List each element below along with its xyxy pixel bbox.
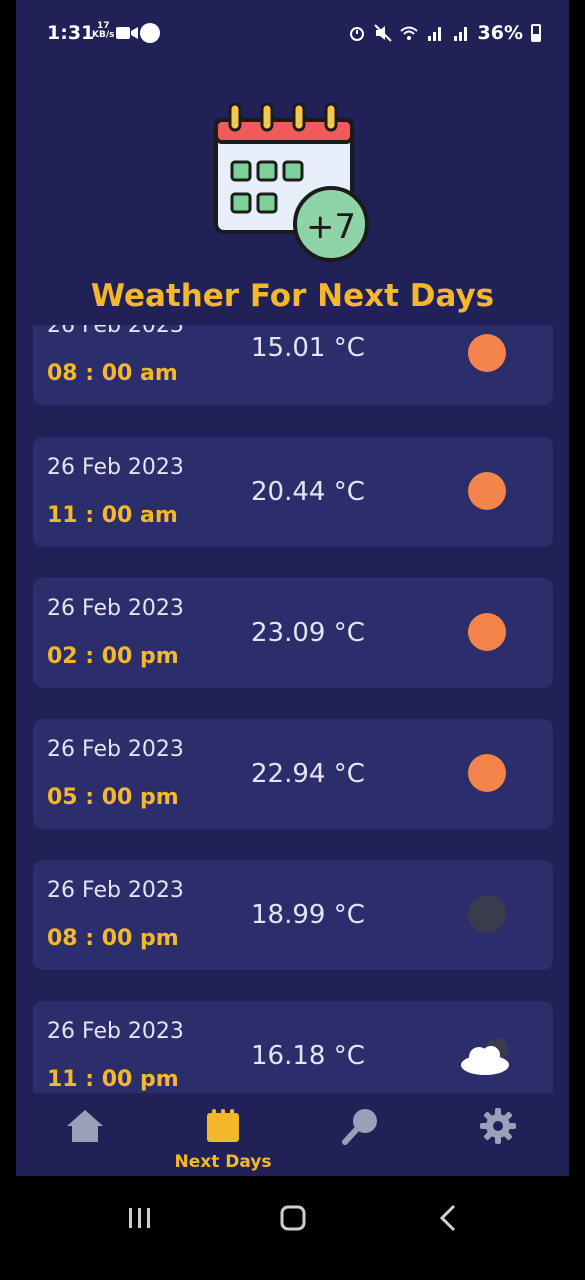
- forecast-card[interactable]: 26 Feb 2023 08 : 00 pm 18.99 °C: [33, 860, 553, 970]
- signal-icon: [427, 27, 441, 41]
- forecast-time: 05 : 00 pm: [47, 785, 179, 810]
- phone-call-icon: [140, 23, 160, 43]
- battery-icon: [531, 24, 541, 42]
- nav-settings[interactable]: [438, 1106, 558, 1170]
- system-nav-bar: [0, 1176, 585, 1280]
- video-call-icon: [116, 27, 138, 39]
- app-screen: 1:31 17 KB/s 36% +7 Weather For Next Day…: [16, 0, 569, 1176]
- forecast-temp: 16.18 °C: [251, 1041, 365, 1071]
- forecast-date: 26 Feb 2023: [47, 1019, 184, 1044]
- nav-next-days[interactable]: Next Days: [163, 1106, 283, 1172]
- nav-home[interactable]: [25, 1106, 145, 1170]
- home-button-icon[interactable]: [273, 1198, 313, 1238]
- forecast-card[interactable]: 26 Feb 2023 02 : 00 pm 23.09 °C: [33, 578, 553, 688]
- alarm-icon: [349, 27, 364, 41]
- forecast-time: 11 : 00 am: [47, 503, 178, 528]
- forecast-date: 26 Feb 2023: [47, 455, 184, 480]
- net-speed-unit: KB/s: [92, 30, 115, 40]
- forecast-time: 08 : 00 pm: [47, 926, 179, 951]
- home-icon: [67, 1110, 103, 1142]
- forecast-temp: 23.09 °C: [251, 618, 365, 648]
- sun-icon: [468, 613, 506, 651]
- calendar-plus-seven-icon: +7: [214, 102, 369, 262]
- sun-icon: [468, 472, 506, 510]
- gear-icon: [480, 1108, 516, 1144]
- nav-search[interactable]: [301, 1106, 421, 1170]
- signal-icon-2: [453, 27, 467, 41]
- back-icon[interactable]: [428, 1198, 468, 1238]
- page-title: Weather For Next Days: [90, 278, 495, 314]
- battery-percent: 36%: [477, 22, 523, 44]
- calendar-icon: [207, 1109, 239, 1142]
- status-time: 1:31: [47, 22, 95, 44]
- status-bar: 1:31 17 KB/s 36%: [16, 0, 569, 66]
- search-icon: [342, 1109, 377, 1145]
- forecast-temp: 15.01 °C: [251, 333, 365, 363]
- badge-text: +7: [306, 207, 356, 247]
- forecast-temp: 18.99 °C: [251, 900, 365, 930]
- wifi-icon: [399, 26, 418, 40]
- mute-icon: [373, 24, 392, 42]
- forecast-card[interactable]: 26 Feb 2023 11 : 00 pm 16.18 °C: [33, 1001, 553, 1093]
- forecast-date: 26 Feb 2023: [47, 596, 184, 621]
- nav-next-days-label: Next Days: [174, 1152, 272, 1172]
- forecast-date: 26 Feb 2023: [47, 737, 184, 762]
- cloud-moon-icon: [461, 1038, 509, 1075]
- forecast-date: 26 Feb 2023: [47, 325, 184, 338]
- moon-icon: [468, 895, 506, 933]
- sun-icon: [468, 754, 506, 792]
- forecast-temp: 20.44 °C: [251, 477, 365, 507]
- sun-icon: [468, 334, 506, 372]
- forecast-temp: 22.94 °C: [251, 759, 365, 789]
- forecast-time: 02 : 00 pm: [47, 644, 179, 669]
- forecast-date: 26 Feb 2023: [47, 878, 184, 903]
- net-speed: 17 KB/s: [92, 22, 114, 40]
- forecast-card[interactable]: 26 Feb 2023 08 : 00 am 15.01 °C: [33, 325, 553, 405]
- recents-icon[interactable]: [120, 1198, 160, 1238]
- forecast-time: 08 : 00 am: [47, 361, 178, 386]
- forecast-list[interactable]: 26 Feb 2023 08 : 00 am 15.01 °C 26 Feb 2…: [33, 325, 553, 1093]
- forecast-card[interactable]: 26 Feb 2023 11 : 00 am 20.44 °C: [33, 437, 553, 547]
- status-right: 36%: [348, 22, 541, 44]
- forecast-card[interactable]: 26 Feb 2023 05 : 00 pm 22.94 °C: [33, 719, 553, 829]
- forecast-time: 11 : 00 pm: [47, 1067, 179, 1092]
- bottom-nav: Next Days: [16, 1096, 569, 1176]
